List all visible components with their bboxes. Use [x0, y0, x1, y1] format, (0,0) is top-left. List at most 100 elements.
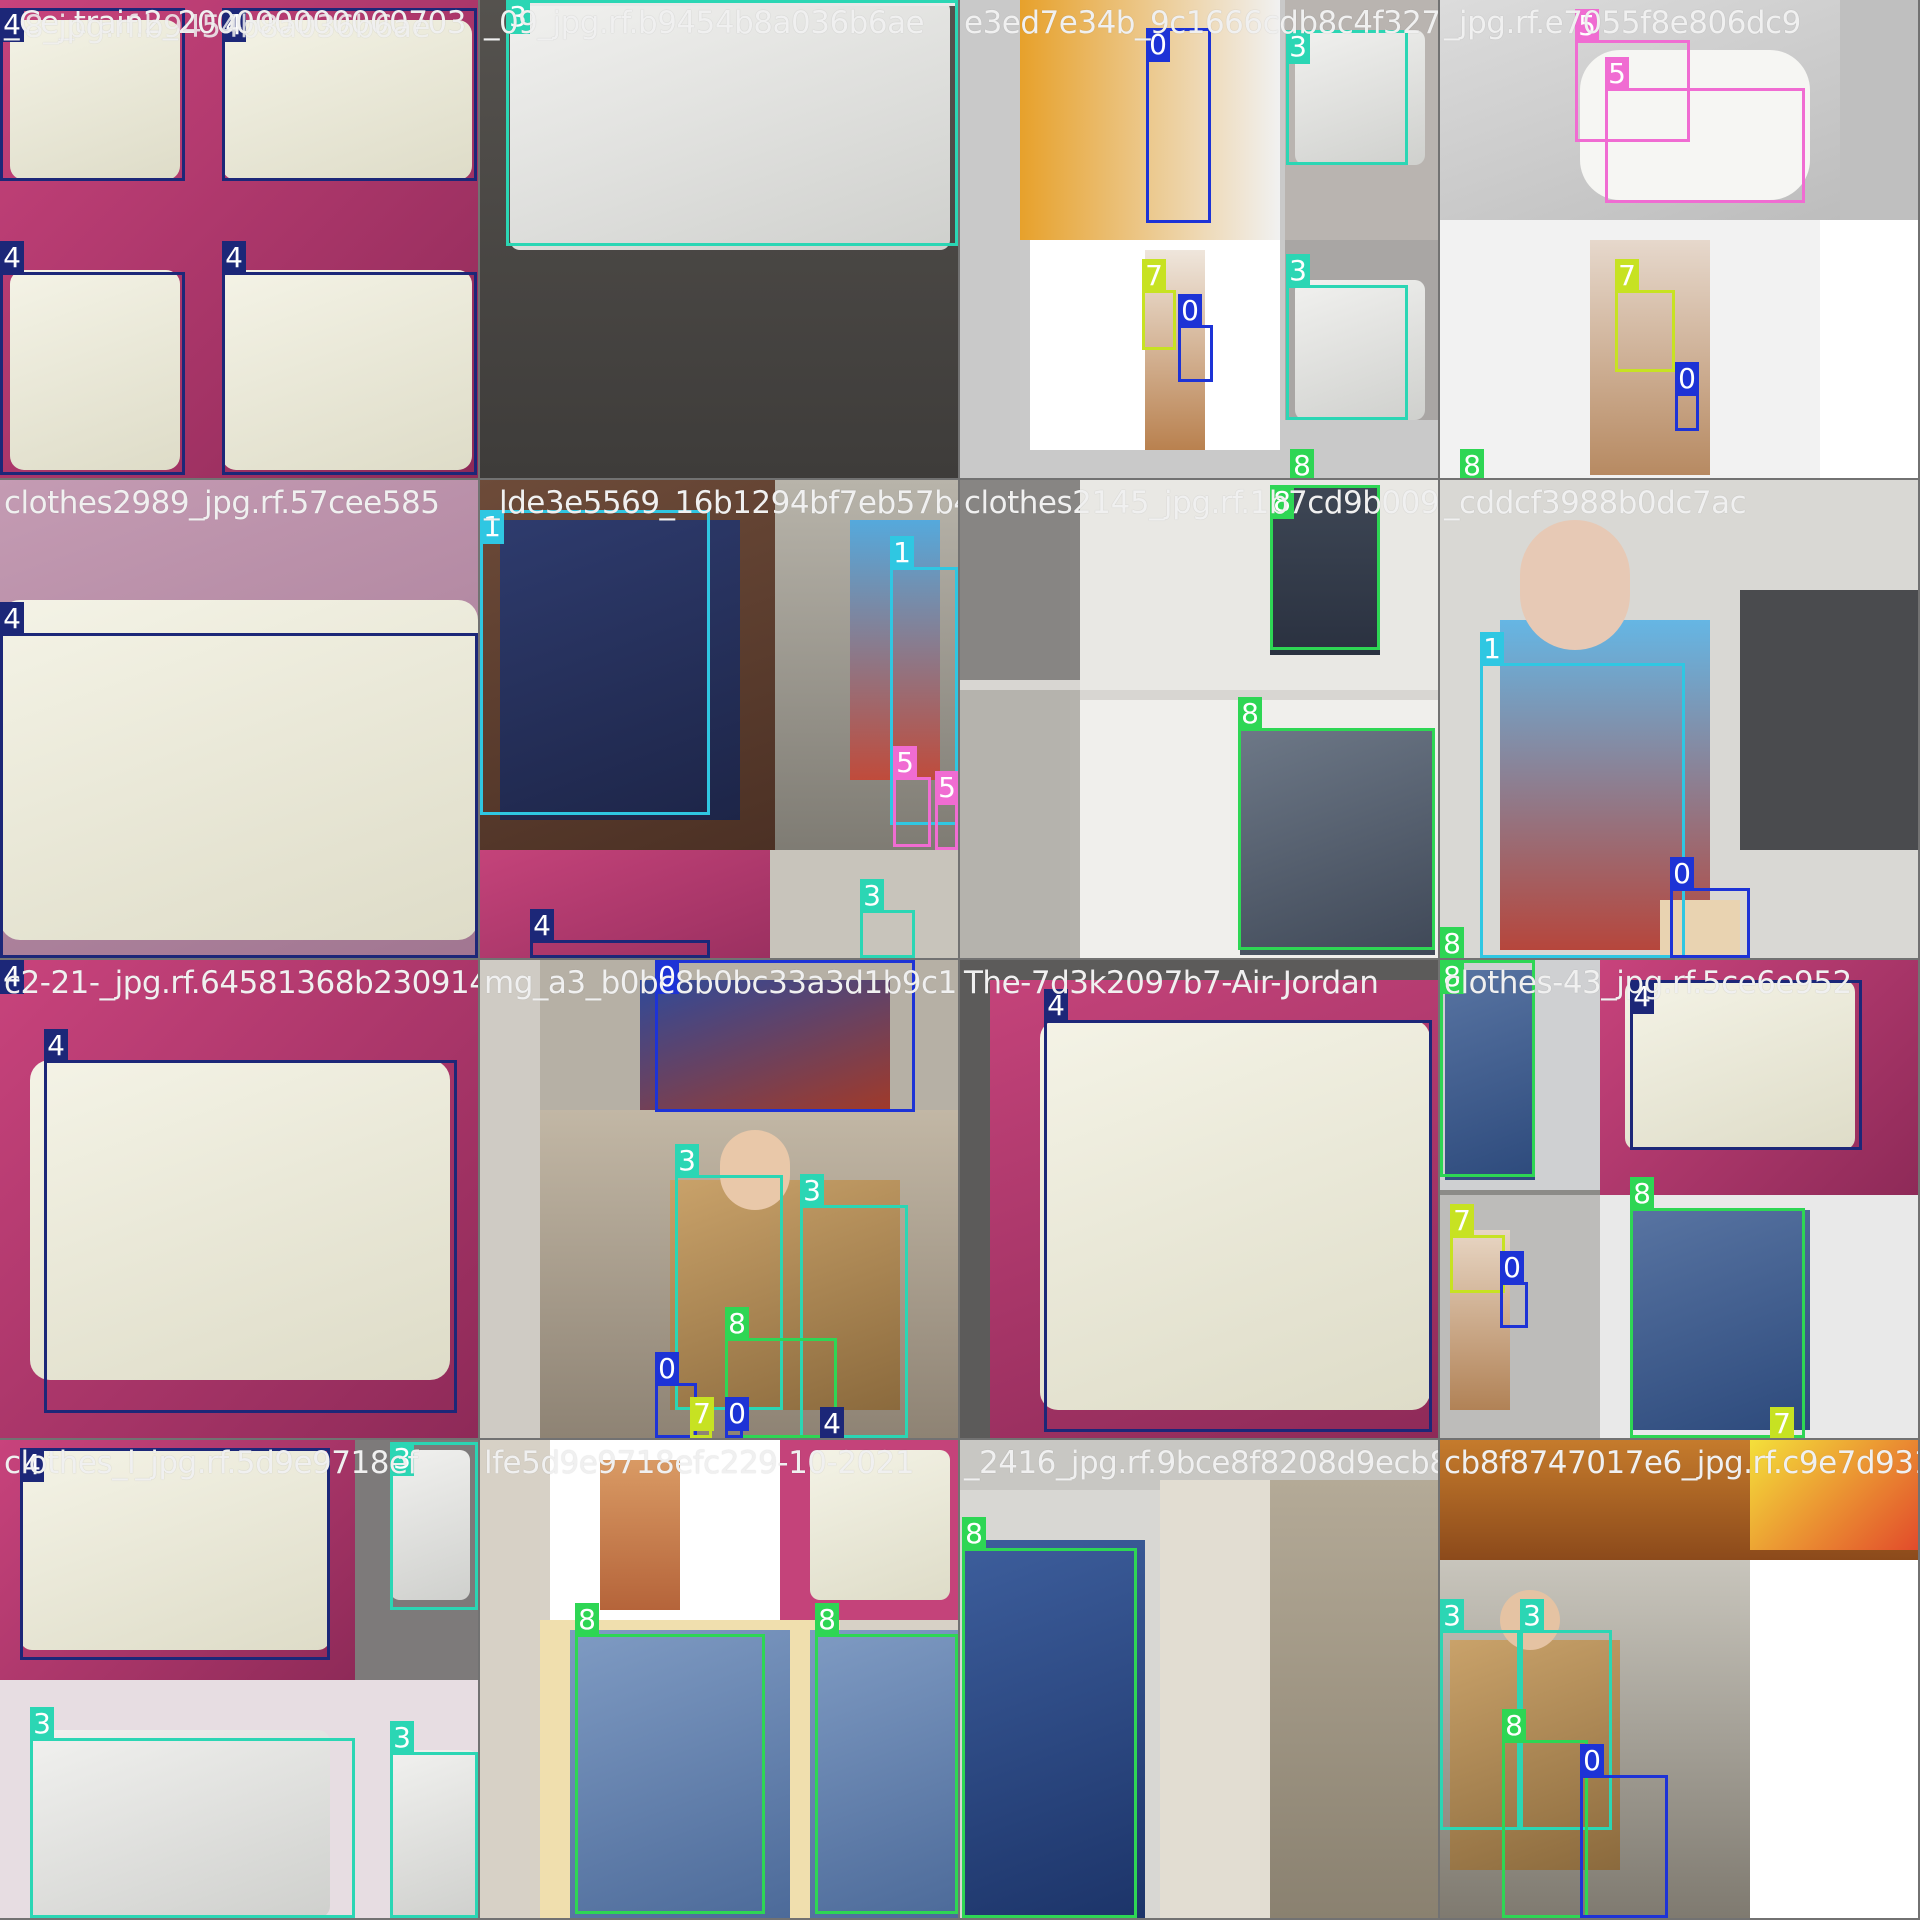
detection-box: 4 — [0, 602, 478, 958]
detection-box: 0 — [725, 1397, 749, 1438]
mosaic-tile: _Ce_train2_200000000000703 8_jpg.rf.b9454… — [0, 0, 478, 478]
mosaic-tile: _cddcf3988b0dc7ac 1 0 8 — [1440, 480, 1918, 958]
class-label: 8 — [1290, 449, 1314, 478]
class-label: 4 — [530, 909, 554, 943]
image-filename: 8_jpg.rf.b9454b8a036b6ae — [24, 9, 430, 45]
image-filename: clothes2145_jpg.rf.1b7cd9b0098e2dbcf3988… — [964, 485, 1438, 521]
detection-box: 0 — [1178, 294, 1213, 382]
class-label: 8 — [962, 1517, 986, 1551]
detection-box: 3 — [1286, 254, 1408, 420]
class-label: 3 — [800, 1174, 824, 1208]
mosaic-tile: _09_jpg.rf.b9454b8a036b6ae 3 — [480, 0, 958, 478]
class-label: 3 — [860, 879, 884, 913]
class-label: 0 — [1580, 1744, 1604, 1778]
mosaic-tile: clothes_l_jpg.rf.5d9e9718ef 4 3 3 3 — [0, 1440, 478, 1918]
mosaic-tile: The-7d3k2097b7-Air-Jordan 4 — [960, 960, 1438, 1438]
class-label: 0 — [725, 1397, 749, 1431]
photo-region — [1270, 1480, 1438, 1918]
class-label: 8 — [815, 1603, 839, 1637]
detection-box: 5 — [893, 746, 931, 847]
detection-box: 1 — [480, 510, 710, 815]
detection-box: 8 — [575, 1603, 765, 1914]
detection-box: 8 — [1502, 1709, 1588, 1918]
class-label: 0 — [1178, 294, 1202, 328]
class-label: 4 — [0, 602, 24, 636]
class-label: 3 — [1520, 1599, 1544, 1633]
class-label: 0 — [1500, 1251, 1524, 1285]
image-filename: _jpg.rf.e7055f8e806dc9 — [1444, 5, 1801, 41]
mosaic-tile: e3ed7e34b_9c1666cdb8c4f32789dcfe70550370… — [960, 0, 1438, 478]
mosaic-tile: _2416_jpg.rf.9bce8f8208d9ecb8 8 — [960, 1440, 1438, 1918]
class-label: 4 — [820, 1407, 844, 1438]
class-label: 8 — [1440, 927, 1464, 958]
class-label: 8 — [725, 1307, 749, 1341]
detection-box: 0 — [1580, 1744, 1668, 1918]
class-label: 3 — [1440, 1599, 1464, 1633]
detection-box: 4 — [44, 1029, 457, 1413]
image-filename: _2416_jpg.rf.9bce8f8208d9ecb8 — [964, 1445, 1438, 1481]
class-label: 4 — [0, 241, 24, 275]
class-label: 3 — [675, 1144, 699, 1178]
photo-region — [1740, 590, 1918, 850]
class-label: 7 — [1142, 259, 1166, 293]
image-filename: e3ed7e34b_9c1666cdb8c4f32789dcfe7055 — [964, 5, 1438, 41]
detection-box: 0 — [1500, 1251, 1528, 1328]
detection-box: 4 — [1044, 989, 1432, 1432]
mosaic-tile: clothes2145_jpg.rf.1b7cd9b0098e2dbcf3988… — [960, 480, 1438, 958]
class-label: 7 — [1450, 1204, 1474, 1238]
mosaic-tile: _lde3e5569_16b1294bf7eb57b4 1 1 5 5 4 3 — [480, 480, 958, 958]
mosaic-tile: _jpg.rf.e7055f8e806dc9 5 5 7 0 8 — [1440, 0, 1918, 478]
image-filename: _09_jpg.rf.b9454b8a036b6ae — [484, 5, 925, 41]
detection-box: 3 — [390, 1721, 478, 1918]
class-label: 3 — [390, 1721, 414, 1755]
image-filename: clothes2989_jpg.rf.57cee585 — [4, 485, 440, 521]
detection-box: 0 — [1675, 362, 1699, 431]
detection-box: 4 — [0, 241, 185, 475]
detection-box: 1 — [1480, 632, 1685, 958]
detection-box: 7 — [1615, 259, 1675, 372]
mosaic-tile: clothes2989_jpg.rf.57cee585 4 — [0, 480, 478, 958]
detection-box: 4 — [1630, 980, 1862, 1150]
image-filename: lfe5d9e9718efc229-10-2021 — [484, 1445, 915, 1481]
class-label: 3 — [30, 1707, 54, 1741]
detection-box: 8 — [815, 1603, 958, 1914]
class-label: 4 — [44, 1029, 68, 1063]
detection-box: 8 — [962, 1517, 1137, 1918]
class-label: 8 — [575, 1603, 599, 1637]
image-filename: mg_a3_b0bc8b0bc33a3d1b9c1 — [484, 965, 957, 1001]
detection-box: 3 — [860, 879, 915, 958]
class-label: 8 — [1460, 449, 1484, 478]
image-filename: c2-21-_jpg.rf.64581368b230914d6 — [4, 965, 478, 1001]
mosaic-tile: mg_a3_b0bc8b0bc33a3d1b9c1 0 3 3 8 0 7 0 4 — [480, 960, 958, 1438]
detection-box: 0 — [1146, 28, 1211, 223]
class-label: 8 — [1630, 1177, 1654, 1211]
detection-box: 3 — [30, 1707, 355, 1918]
class-label: 7 — [690, 1397, 714, 1431]
class-label: 1 — [1480, 632, 1504, 666]
class-label: 5 — [935, 771, 958, 805]
photo-region — [600, 1460, 680, 1610]
photo-region — [1840, 0, 1918, 220]
detection-box: 8 — [1630, 1177, 1805, 1438]
mosaic-tile: clothes-43_jpg.rf.5ce6e952 8 4 7 0 8 7 — [1440, 960, 1918, 1438]
detection-box: 7 — [690, 1397, 714, 1438]
image-filename: clothes_l_jpg.rf.5d9e9718ef — [4, 1445, 418, 1481]
image-filename: cb8f8747017e6_jpg.rf.c9e7d931 — [1444, 1445, 1918, 1481]
detection-box: 7 — [1142, 259, 1176, 350]
image-filename: The-7d3k2097b7-Air-Jordan — [964, 965, 1379, 1001]
class-label: 7 — [1615, 259, 1639, 293]
class-label: 1 — [890, 536, 914, 570]
detection-box: 0 — [1670, 857, 1750, 958]
mosaic-grid: _Ce_train2_200000000000703 8_jpg.rf.b9454… — [0, 0, 1920, 1920]
mosaic-tile: c2-21-_jpg.rf.64581368b230914d6 4 4 — [0, 960, 478, 1438]
image-filename: _cddcf3988b0dc7ac — [1444, 485, 1747, 521]
class-label: 8 — [1502, 1709, 1526, 1743]
detection-box: 3 — [1286, 30, 1408, 165]
detection-box: 8 — [1238, 697, 1435, 950]
detection-box: 5 — [935, 771, 958, 850]
mosaic-tile: cb8f8747017e6_jpg.rf.c9e7d931 3 3 8 0 — [1440, 1440, 1918, 1918]
class-label: 8 — [1238, 697, 1262, 731]
class-label: 0 — [655, 1352, 679, 1386]
class-label: 0 — [1670, 857, 1694, 891]
image-filename: _lde3e5569_16b1294bf7eb57b4 — [484, 485, 958, 521]
